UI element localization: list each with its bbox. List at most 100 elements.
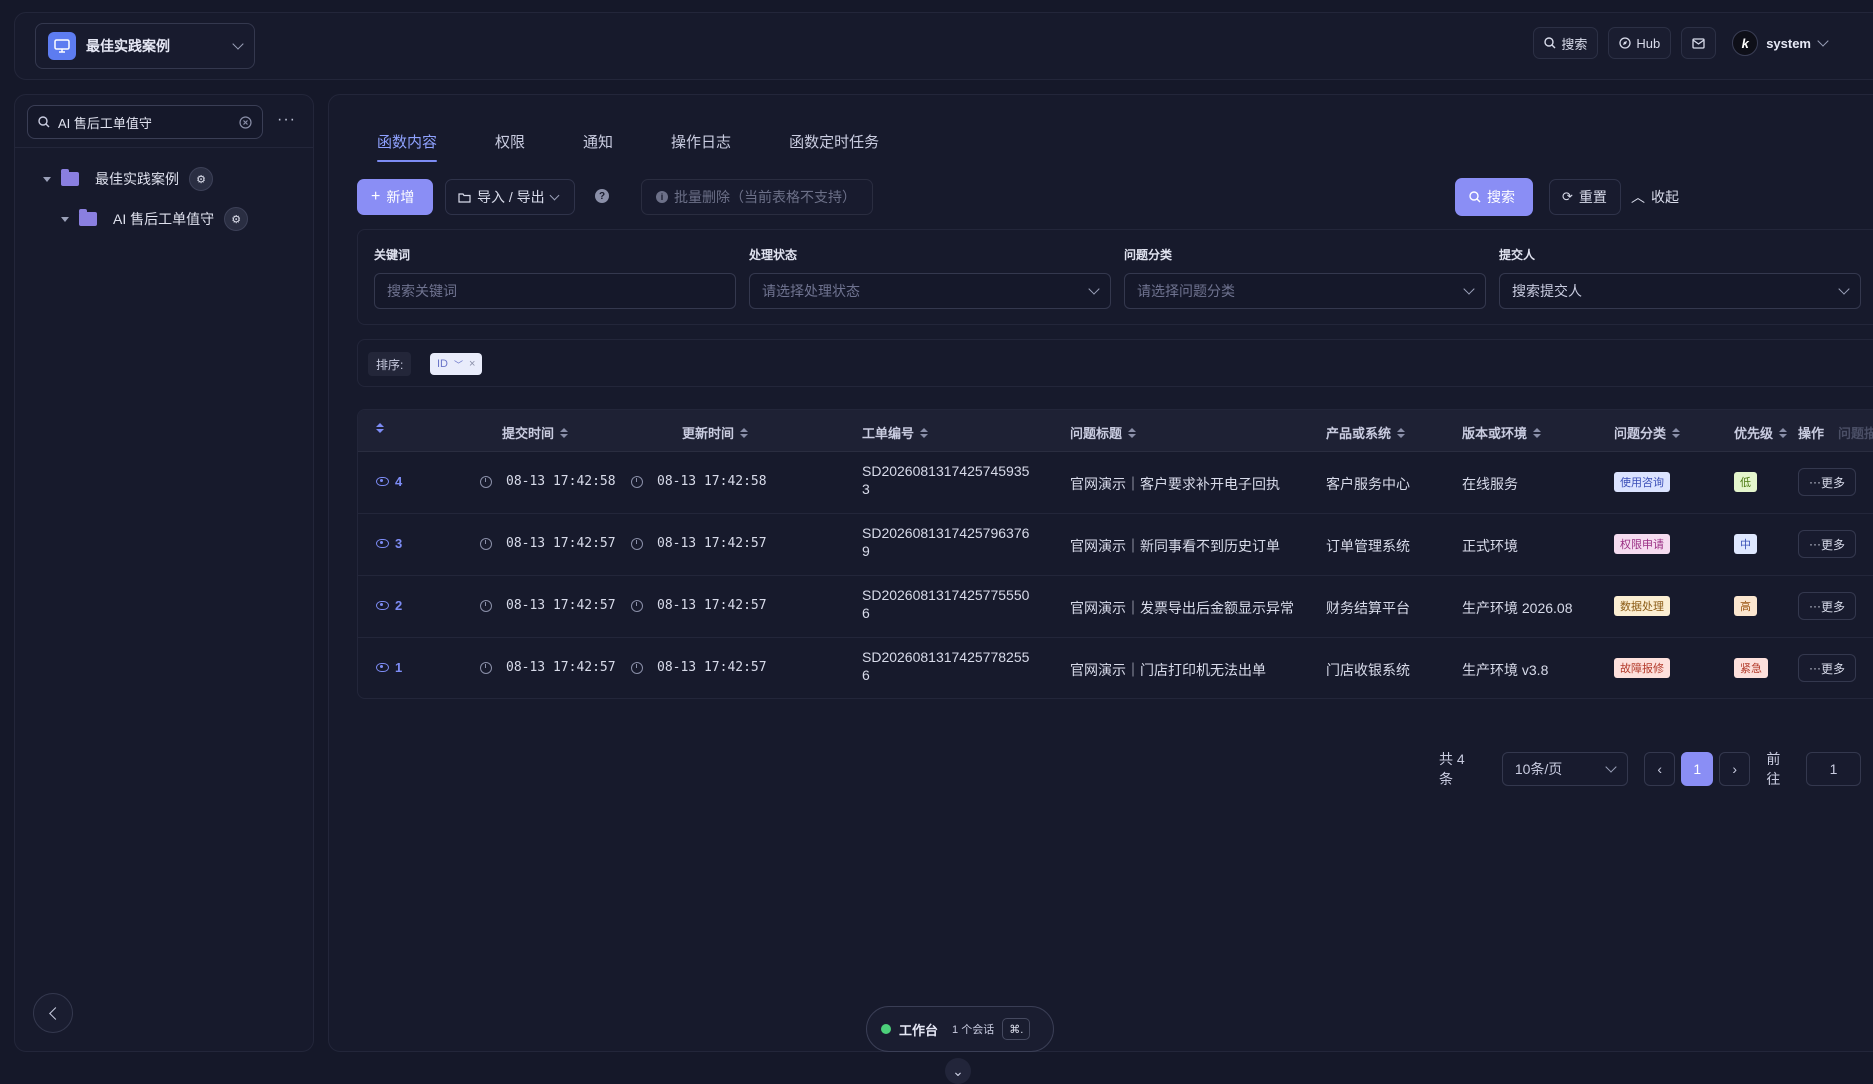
more-button[interactable]: ···更多 — [1798, 530, 1856, 558]
updated-time: 08-13 17:42:57 — [657, 660, 767, 675]
chevron-down-icon — [1463, 283, 1474, 294]
submitted-time: 08-13 17:42:58 — [506, 474, 616, 489]
more-button[interactable]: ···更多 — [1798, 654, 1856, 682]
row-id-link[interactable]: 3 — [376, 536, 402, 551]
ticket-number-cell: SD20260813174257963769 — [862, 524, 1029, 560]
more-button[interactable]: ···更多 — [1798, 592, 1856, 620]
page-button-1[interactable]: 1 — [1681, 752, 1712, 786]
global-search-button[interactable]: 搜索 — [1533, 27, 1598, 59]
status-select[interactable]: 请选择处理状态 — [749, 273, 1111, 309]
help-icon[interactable]: ? — [595, 189, 609, 203]
ticket-number-cell: SD20260813174257782556 — [862, 648, 1029, 684]
import-export-label: 导入 / 导出 — [477, 187, 545, 207]
column-header[interactable]: 版本或环境 — [1462, 423, 1541, 442]
collapse-filter-button[interactable]: ︿ 收起 — [1623, 179, 1687, 215]
close-icon[interactable]: × — [469, 358, 475, 370]
caret-down-icon[interactable] — [61, 217, 69, 222]
chevron-right-icon: › — [1732, 761, 1737, 777]
tab-operation-log[interactable]: 操作日志 — [671, 131, 731, 162]
sort-icon — [376, 423, 384, 433]
filter-keyword: 关键词 搜索关键词 — [374, 246, 736, 309]
sort-panel: 排序: ID ﹀ × — [357, 339, 1873, 387]
env-cell: 生产环境 2026.08 — [1462, 598, 1573, 618]
column-header[interactable]: 问题标题 — [1070, 423, 1136, 442]
sort-tag-id[interactable]: ID ﹀ × — [430, 353, 482, 375]
goto-page-input[interactable]: 1 — [1806, 752, 1861, 786]
filter-label: 处理状态 — [749, 246, 1111, 263]
clear-icon[interactable] — [239, 116, 252, 129]
chevron-down-icon[interactable]: ⌄ — [945, 1058, 971, 1084]
submitted-time: 08-13 17:42:57 — [506, 660, 616, 675]
column-label: 更新时间 — [682, 423, 734, 442]
column-header[interactable]: 产品或系统 — [1326, 423, 1405, 442]
next-page-button[interactable]: › — [1719, 752, 1750, 786]
sidebar-search-input[interactable]: AI 售后工单值守 — [27, 105, 263, 139]
clock-icon — [480, 538, 492, 550]
tree-item-ai-ticket[interactable]: AI 售后工单值守 ⚙ — [61, 207, 248, 231]
add-button[interactable]: + 新增 — [357, 179, 433, 215]
workspace-select[interactable]: 最佳实践案例 — [35, 23, 255, 69]
row-id-link[interactable]: 4 — [376, 474, 402, 489]
column-header[interactable]: 工单编号 — [862, 423, 928, 442]
collapse-sidebar-button[interactable] — [33, 993, 73, 1033]
tab-permissions[interactable]: 权限 — [495, 131, 525, 162]
filter-label: 关键词 — [374, 246, 736, 263]
keyword-placeholder: 搜索关键词 — [387, 281, 457, 301]
more-label: 更多 — [1821, 660, 1845, 677]
mail-icon — [1692, 38, 1705, 49]
chevron-up-icon: ︿ — [1631, 187, 1645, 207]
sort-tag-label: ID — [437, 358, 448, 370]
tree-item-label: AI 售后工单值守 — [113, 209, 214, 229]
user-name: system — [1766, 36, 1811, 51]
more-button[interactable]: ···更多 — [1798, 468, 1856, 496]
tree-item-best-practices[interactable]: 最佳实践案例 ⚙ — [43, 167, 213, 191]
filter-label: 提交人 — [1499, 246, 1861, 263]
priority-cell: 高 — [1734, 596, 1757, 616]
import-export-button[interactable]: 导入 / 导出 — [445, 179, 575, 215]
search-icon — [38, 116, 50, 128]
env-cell: 正式环境 — [1462, 536, 1518, 556]
sidebar: AI 售后工单值守 ··· 最佳实践案例 ⚙ AI 售后工单值守 ⚙ — [14, 94, 314, 1052]
global-search-label: 搜索 — [1561, 34, 1587, 53]
submitter-select[interactable]: 搜索提交人 — [1499, 273, 1861, 309]
column-header[interactable]: 更新时间 — [682, 423, 748, 442]
env-cell: 在线服务 — [1462, 474, 1518, 494]
hub-button[interactable]: Hub — [1608, 27, 1671, 59]
row-id-link[interactable]: 1 — [376, 660, 402, 675]
sort-id-column[interactable] — [376, 423, 384, 433]
workspace-dock[interactable]: 工作台 1 个会话 ⌘. — [866, 1006, 1054, 1052]
column-header[interactable]: 问题分类 — [1614, 423, 1680, 442]
mail-button[interactable] — [1681, 27, 1716, 59]
title-cell: 官网演示｜新同事看不到历史订单 — [1070, 536, 1280, 556]
user-menu[interactable]: k system — [1726, 30, 1833, 56]
caret-down-icon[interactable] — [43, 177, 51, 182]
prev-page-button[interactable]: ‹ — [1644, 752, 1675, 786]
column-header[interactable]: 优先级 — [1734, 423, 1787, 442]
ticket-number-wrap: 6 — [862, 666, 870, 684]
keyword-input[interactable]: 搜索关键词 — [374, 273, 736, 309]
sort-icon — [1128, 428, 1136, 438]
category-select[interactable]: 请选择问题分类 — [1124, 273, 1486, 309]
product-cell: 门店收银系统 — [1326, 660, 1410, 680]
tab-notifications[interactable]: 通知 — [583, 131, 613, 162]
chevron-down-icon — [232, 38, 243, 49]
row-id: 1 — [395, 660, 402, 675]
page-size-select[interactable]: 10条/页 — [1502, 752, 1628, 786]
action-cell: ···更多 — [1798, 654, 1856, 682]
ticket-number: SD2026081317425796376 — [862, 524, 1029, 542]
table-row: 408-13 17:42:5808-13 17:42:58SD202608131… — [358, 452, 1873, 514]
bot-icon: ⚙ — [224, 207, 248, 231]
bot-icon: ⚙ — [189, 167, 213, 191]
tab-content[interactable]: 函数内容 — [377, 131, 437, 162]
column-header[interactable]: 提交时间 — [502, 423, 568, 442]
ticket-number-wrap: 3 — [862, 480, 870, 498]
reset-button[interactable]: ⟳ 重置 — [1549, 179, 1621, 215]
more-options-icon[interactable]: ··· — [277, 111, 296, 129]
row-id-link[interactable]: 2 — [376, 598, 402, 613]
tab-scheduled-tasks[interactable]: 函数定时任务 — [789, 131, 879, 162]
data-table: 提交时间 更新时间 工单编号 问题标题 产品或系统 版本或环境 问题分类 优先级… — [357, 409, 1873, 699]
chevron-down-icon[interactable]: ﹀ — [454, 358, 463, 371]
action-cell: ···更多 — [1798, 530, 1856, 558]
search-button[interactable]: 搜索 — [1455, 178, 1533, 216]
batch-delete-button[interactable]: i 批量删除（当前表格不支持） — [641, 179, 873, 215]
